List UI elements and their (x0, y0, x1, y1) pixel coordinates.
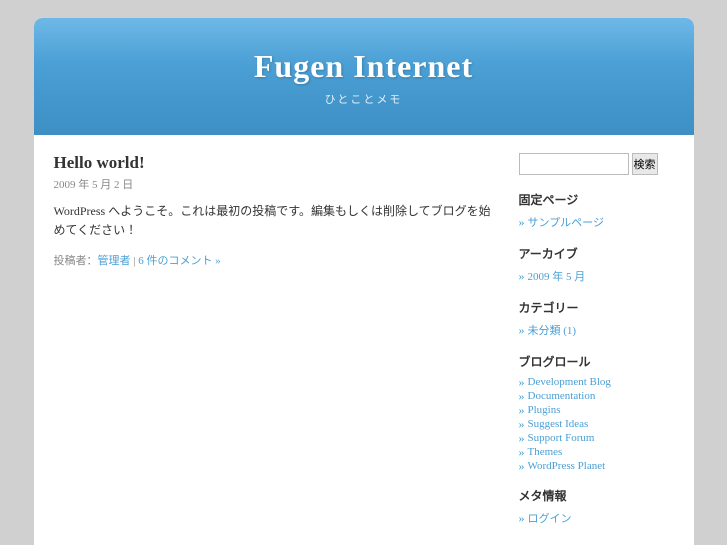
blogroll-link-themes[interactable]: Themes (528, 446, 563, 458)
list-item: Themes (519, 445, 674, 459)
list-item: Documentation (519, 389, 674, 403)
meta-link-login[interactable]: ログイン (528, 510, 572, 526)
sidebar: 検索 固定ページ サンプルページ アーカイブ 2009 年 5 月 (519, 153, 674, 541)
category-link-uncategorized[interactable]: 未分類 (1) (528, 322, 577, 338)
widget-archives-title: アーカイブ (519, 245, 674, 262)
site-tagline: ひとことメモ (54, 91, 674, 107)
site-header: Fugen Internet ひとことメモ (34, 18, 694, 135)
post-comments-link[interactable]: 6 件のコメント » (138, 255, 221, 267)
post-footer: 投稿者：管理者 | 6 件のコメント » (54, 252, 499, 268)
blogroll-link-suggest[interactable]: Suggest Ideas (528, 418, 589, 430)
widget-meta-title: メタ情報 (519, 487, 674, 504)
blogroll-link-plugins[interactable]: Plugins (528, 404, 561, 416)
post-author-prefix: 投稿者： (54, 255, 98, 267)
blogroll-link-support[interactable]: Support Forum (528, 432, 595, 444)
main-content: Hello world! 2009 年 5 月 2 日 WordPress へよ… (54, 153, 499, 541)
pages-link-sample[interactable]: サンプルページ (528, 214, 604, 230)
list-item: サンプルページ (519, 213, 674, 231)
list-item: Suggest Ideas (519, 417, 674, 431)
post-author-link[interactable]: 管理者 (98, 255, 131, 267)
blogroll-link-devblog[interactable]: Development Blog (528, 376, 611, 388)
blogroll-link-wpplanet[interactable]: WordPress Planet (528, 460, 606, 472)
search-widget: 検索 (519, 153, 674, 175)
widget-pages-title: 固定ページ (519, 191, 674, 208)
list-item: WordPress Planet (519, 459, 674, 473)
widget-pages: 固定ページ サンプルページ (519, 191, 674, 231)
post-title: Hello world! (54, 153, 499, 173)
widget-blogroll-title: ブログロール (519, 353, 674, 370)
archive-link-may[interactable]: 2009 年 5 月 (528, 268, 586, 284)
list-item: Support Forum (519, 431, 674, 445)
widget-archives: アーカイブ 2009 年 5 月 (519, 245, 674, 285)
blogroll-link-docs[interactable]: Documentation (528, 390, 596, 402)
widget-categories-title: カテゴリー (519, 299, 674, 316)
list-item: ログイン (519, 509, 674, 527)
post-date: 2009 年 5 月 2 日 (54, 176, 499, 192)
search-button[interactable]: 検索 (632, 153, 658, 175)
post-body: WordPress へようこそ。これは最初の投稿です。編集もしくは削除してブログ… (54, 202, 499, 240)
site-title: Fugen Internet (54, 48, 674, 85)
list-item: Plugins (519, 403, 674, 417)
list-item: 2009 年 5 月 (519, 267, 674, 285)
widget-meta: メタ情報 ログイン (519, 487, 674, 527)
widget-categories: カテゴリー 未分類 (1) (519, 299, 674, 339)
widget-blogroll: ブログロール Development Blog Documentation Pl… (519, 353, 674, 473)
list-item: Development Blog (519, 375, 674, 389)
search-input[interactable] (519, 153, 629, 175)
list-item: 未分類 (1) (519, 321, 674, 339)
